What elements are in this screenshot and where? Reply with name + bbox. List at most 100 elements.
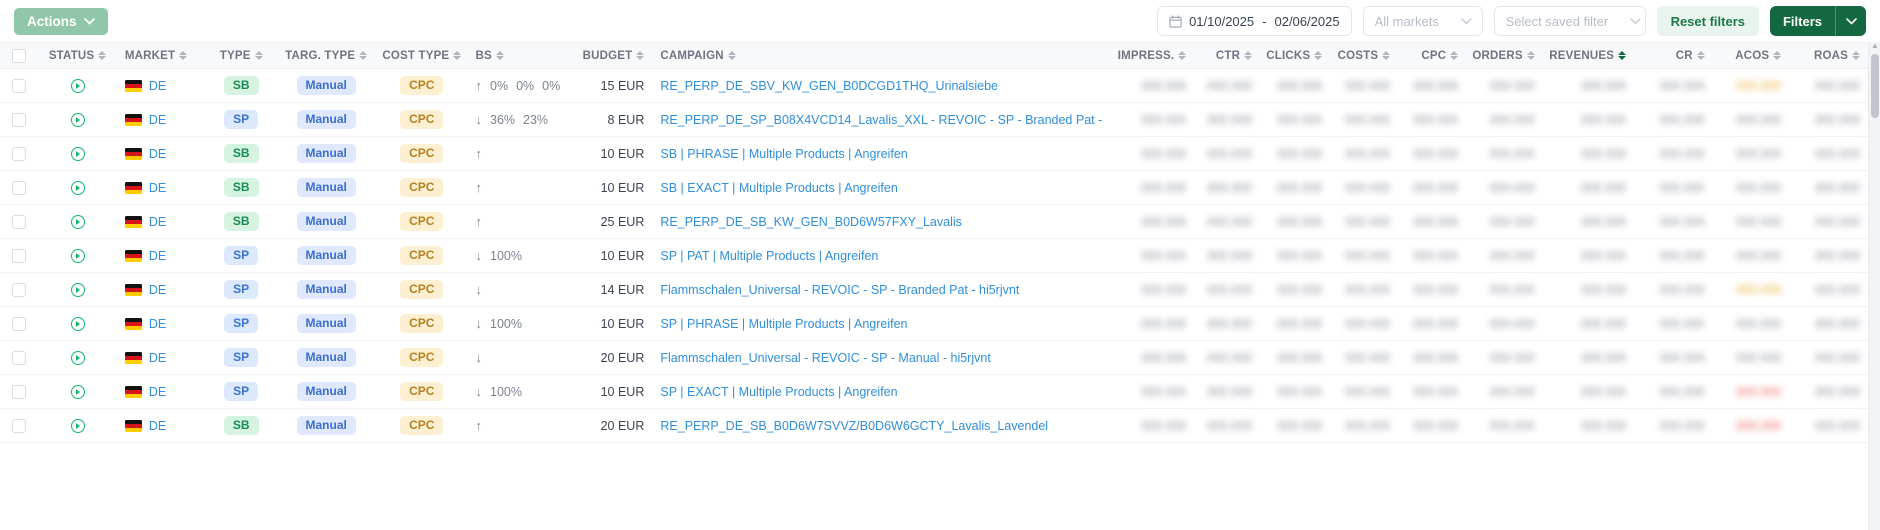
status-play-icon[interactable]: [70, 384, 85, 399]
scroll-up-arrow[interactable]: ▲: [1871, 41, 1879, 50]
column-header-roas[interactable]: ROAS: [1789, 42, 1868, 69]
row-checkbox[interactable]: [12, 248, 27, 263]
market-code[interactable]: DE: [149, 215, 166, 229]
market-code[interactable]: DE: [149, 351, 166, 365]
row-checkbox[interactable]: [12, 214, 27, 229]
status-play-icon[interactable]: [70, 146, 85, 161]
table-row[interactable]: DE SP Manual CPC ↓ 100% 10 EUR SP | PAT | Multi…: [0, 238, 1868, 273]
column-header-acos[interactable]: ACOS: [1712, 42, 1790, 69]
sort-toggle-icon[interactable]: [453, 50, 462, 61]
column-header-type[interactable]: TYPE: [206, 42, 277, 69]
scrollbar-thumb[interactable]: [1871, 54, 1879, 118]
column-header-ctr[interactable]: CTR: [1194, 42, 1261, 69]
filters-dropdown-toggle[interactable]: [1835, 6, 1866, 36]
row-checkbox[interactable]: [12, 316, 27, 331]
market-code[interactable]: DE: [149, 147, 166, 161]
table-row[interactable]: DE SB Manual CPC ↑ 0% 0% 0% 15 EUR RE_PERP_DE_SBV…: [0, 68, 1868, 103]
column-header-impress[interactable]: IMPRESS.: [1102, 42, 1195, 69]
campaign-link[interactable]: RE_PERP_DE_SB_KW_GEN_B0D6W57FXY_Lavalis: [660, 215, 962, 229]
sort-toggle-icon[interactable]: [1526, 50, 1535, 61]
row-checkbox[interactable]: [12, 146, 27, 161]
table-row[interactable]: DE SP Manual CPC ↓ 100% 10 EUR SP | EXACT | Mul…: [0, 374, 1868, 409]
status-play-icon[interactable]: [70, 418, 85, 433]
markets-select[interactable]: All markets: [1362, 6, 1483, 36]
row-checkbox[interactable]: [12, 112, 27, 127]
status-play-icon[interactable]: [70, 180, 85, 195]
campaign-link[interactable]: SP | EXACT | Multiple Products | Angreif…: [660, 385, 897, 399]
sort-toggle-icon[interactable]: [495, 50, 504, 61]
table-row[interactable]: DE SB Manual CPC ↑ 10 EUR SB | EXACT | Multipl…: [0, 170, 1868, 205]
campaign-link[interactable]: SB | EXACT | Multiple Products | Angreif…: [660, 181, 897, 195]
reset-filters-button[interactable]: Reset filters: [1656, 6, 1759, 36]
status-play-icon[interactable]: [70, 316, 85, 331]
status-play-icon[interactable]: [70, 112, 85, 127]
column-header-clicks[interactable]: CLICKS: [1260, 42, 1331, 69]
filters-button[interactable]: Filters: [1770, 6, 1835, 36]
column-header-budget[interactable]: BUDGET: [565, 42, 653, 69]
sort-toggle-icon[interactable]: [1178, 50, 1187, 61]
market-code[interactable]: DE: [149, 79, 166, 93]
sort-toggle-icon[interactable]: [1852, 50, 1860, 61]
status-play-icon[interactable]: [70, 248, 85, 263]
select-all-checkbox[interactable]: [12, 48, 27, 63]
campaign-link[interactable]: SP | PHRASE | Multiple Products | Angrei…: [660, 317, 907, 331]
status-play-icon[interactable]: [70, 282, 85, 297]
status-play-icon[interactable]: [70, 214, 85, 229]
actions-button[interactable]: Actions: [14, 7, 108, 35]
column-header-costs[interactable]: COSTS: [1330, 42, 1399, 69]
sort-toggle-icon[interactable]: [98, 50, 107, 61]
market-code[interactable]: DE: [149, 317, 166, 331]
table-row[interactable]: DE SP Manual CPC ↓ 14 EUR Flammschalen_Univers…: [0, 272, 1868, 307]
row-checkbox[interactable]: [12, 78, 27, 93]
status-play-icon[interactable]: [70, 78, 85, 93]
sort-toggle-icon[interactable]: [1618, 50, 1627, 61]
status-play-icon[interactable]: [70, 350, 85, 365]
row-checkbox[interactable]: [12, 350, 27, 365]
sort-toggle-icon[interactable]: [1382, 50, 1391, 61]
column-header-campaign[interactable]: CAMPAIGN: [652, 42, 1103, 69]
table-row[interactable]: DE SB Manual CPC ↑ 20 EUR RE_PERP_DE_SB_B0D6W7…: [0, 408, 1868, 443]
sort-toggle-icon[interactable]: [179, 50, 188, 61]
date-range-picker[interactable]: 01/10/2025 - 02/06/2025: [1157, 6, 1352, 36]
row-checkbox[interactable]: [12, 180, 27, 195]
sort-toggle-icon[interactable]: [1773, 50, 1782, 61]
row-checkbox[interactable]: [12, 384, 27, 399]
campaign-link[interactable]: Flammschalen_Universal - REVOIC - SP - M…: [660, 351, 990, 365]
market-code[interactable]: DE: [149, 419, 166, 433]
campaign-link[interactable]: SB | PHRASE | Multiple Products | Angrei…: [660, 147, 907, 161]
vertical-scrollbar[interactable]: ▲: [1868, 41, 1880, 530]
market-code[interactable]: DE: [149, 181, 166, 195]
market-code[interactable]: DE: [149, 113, 166, 127]
sort-toggle-icon[interactable]: [359, 50, 368, 61]
table-row[interactable]: DE SB Manual CPC ↑ 25 EUR RE_PERP_DE_SB_KW_GEN…: [0, 204, 1868, 239]
column-header-cr[interactable]: CR: [1634, 42, 1713, 69]
row-checkbox[interactable]: [12, 418, 27, 433]
campaign-link[interactable]: SP | PAT | Multiple Products | Angreifen: [660, 249, 878, 263]
sort-toggle-icon[interactable]: [1450, 50, 1459, 61]
campaign-link[interactable]: Flammschalen_Universal - REVOIC - SP - B…: [660, 283, 1019, 297]
table-row[interactable]: DE SP Manual CPC ↓ 36% 23% 8 EUR RE_PERP_DE_SP_B…: [0, 102, 1868, 137]
sort-toggle-icon[interactable]: [1244, 50, 1253, 61]
column-header-cpc[interactable]: CPC: [1398, 42, 1467, 69]
saved-filter-select[interactable]: Select saved filter: [1493, 6, 1646, 36]
table-row[interactable]: DE SP Manual CPC ↓ 100% 10 EUR SP | PHRASE | Mu…: [0, 306, 1868, 341]
row-checkbox[interactable]: [12, 282, 27, 297]
sort-toggle-icon[interactable]: [1314, 50, 1323, 61]
column-header-status[interactable]: STATUS: [38, 42, 117, 69]
sort-toggle-icon[interactable]: [254, 50, 263, 61]
column-header-bs[interactable]: BS: [467, 42, 566, 69]
column-header-cost_type[interactable]: COST TYPE: [376, 42, 468, 69]
sort-toggle-icon[interactable]: [636, 50, 645, 61]
column-header-targ_type[interactable]: TARG. TYPE: [276, 42, 377, 69]
campaign-link[interactable]: RE_PERP_DE_SP_B08X4VCD14_Lavalis_XXL - R…: [660, 113, 1103, 127]
sort-toggle-icon[interactable]: [727, 50, 736, 61]
market-code[interactable]: DE: [149, 385, 166, 399]
campaign-link[interactable]: RE_PERP_DE_SBV_KW_GEN_B0DCGD1THQ_Urinals…: [660, 79, 998, 93]
market-code[interactable]: DE: [149, 249, 166, 263]
column-header-market[interactable]: MARKET: [116, 42, 207, 69]
column-header-orders[interactable]: ORDERS: [1466, 42, 1543, 69]
campaign-link[interactable]: RE_PERP_DE_SB_B0D6W7SVVZ/B0D6W6GCTY_Lava…: [660, 419, 1048, 433]
table-row[interactable]: DE SP Manual CPC ↓ 20 EUR Flammschalen_Univers…: [0, 340, 1868, 375]
sort-toggle-icon[interactable]: [1696, 50, 1705, 61]
table-row[interactable]: DE SB Manual CPC ↑ 10 EUR SB | PHRASE | Multip…: [0, 136, 1868, 171]
